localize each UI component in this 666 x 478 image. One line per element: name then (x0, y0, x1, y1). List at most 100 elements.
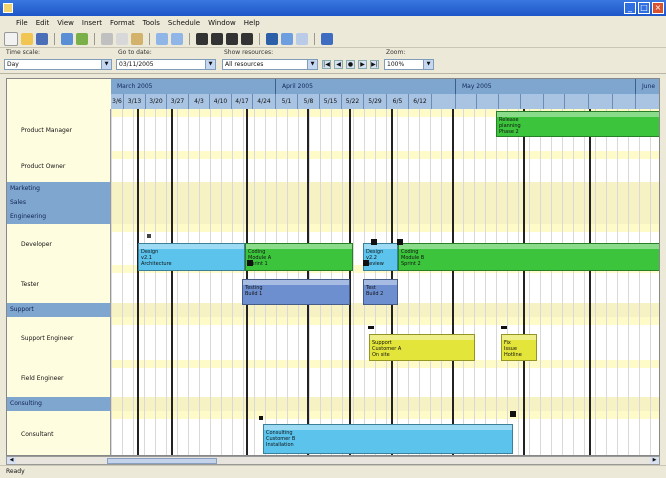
milestone-marker[interactable] (259, 416, 263, 420)
resource-label: Consultant (7, 411, 111, 455)
day-header (636, 94, 659, 109)
bar-coding[interactable]: Coding Module A Sprint 1 (245, 243, 353, 271)
time-scale-select[interactable]: Day ▼ (4, 59, 112, 70)
bar-design[interactable]: Design v2.1 Architecture (138, 243, 245, 271)
group-label[interactable]: Sales (7, 196, 111, 210)
day-header (521, 94, 544, 109)
menu-view[interactable]: View (57, 19, 74, 27)
cut-icon[interactable] (101, 32, 113, 45)
milestone-marker[interactable] (397, 239, 403, 245)
milestone-marker[interactable] (371, 239, 377, 245)
milestone-marker[interactable] (147, 234, 151, 238)
calendar-dropdown-icon: ▼ (205, 60, 215, 69)
day-header: 3/20 (146, 94, 167, 109)
day-header: 3/27 (167, 94, 189, 109)
prev-page-icon[interactable]: ◀ (334, 60, 343, 69)
bar-testing-2[interactable]: Test Build 2 (363, 279, 398, 305)
app-icon (3, 3, 13, 13)
grid-corner (7, 79, 112, 109)
close-button[interactable]: × (652, 2, 664, 14)
bar-text: Sprint 2 (401, 261, 421, 267)
bar-release-planning[interactable]: Release planning Phase 2 (496, 111, 659, 137)
last-page-icon[interactable]: ▶| (370, 60, 379, 69)
day-header: 4/24 (253, 94, 276, 109)
menu-format[interactable]: Format (110, 19, 135, 27)
bar-text: Review (366, 261, 384, 267)
bar-support-2[interactable]: Fix Issue Hotline (501, 334, 537, 361)
menu-schedule[interactable]: Schedule (168, 19, 200, 27)
next-page-icon[interactable]: ▶ (358, 60, 367, 69)
filter-select[interactable]: All resources ▼ (222, 59, 318, 70)
time-scale-label: Time scale: (6, 49, 41, 56)
menu-insert[interactable]: Insert (82, 19, 102, 27)
group-label[interactable]: Engineering (7, 210, 111, 224)
resource-label: Product Manager (7, 109, 111, 151)
horizontal-scrollbar[interactable]: ◀ ▶ (6, 456, 660, 465)
quarter-header: June (636, 79, 659, 94)
today-icon[interactable]: ● (346, 60, 355, 69)
title-bar: _ □ × (0, 0, 666, 16)
menu-file[interactable]: File (16, 19, 28, 27)
print-icon[interactable] (61, 32, 73, 45)
group-label[interactable]: Consulting (7, 397, 111, 411)
menu-window[interactable]: Window (208, 19, 236, 27)
minimize-button[interactable]: _ (624, 2, 636, 14)
first-page-icon[interactable]: |◀ (322, 60, 331, 69)
options-icon[interactable] (296, 32, 308, 45)
menu-tools[interactable]: Tools (143, 19, 160, 27)
day-header: 4/3 (189, 94, 210, 109)
bar-coding-2[interactable]: Coding Module B Sprint 2 (398, 243, 659, 271)
previous-icon[interactable] (211, 32, 223, 45)
day-header: 5/15 (320, 94, 342, 109)
day-header (477, 94, 499, 109)
resource-label: Tester (7, 265, 111, 303)
bar-testing[interactable]: Testing Build 1 (242, 279, 350, 305)
day-header (565, 94, 589, 109)
bar-support-1[interactable]: Support Customer A On site (369, 334, 475, 361)
filter-icon[interactable] (281, 32, 293, 45)
open-icon[interactable] (21, 32, 33, 45)
copy-icon[interactable] (116, 32, 128, 45)
day-header: 5/1 (276, 94, 298, 109)
new-icon[interactable] (4, 31, 18, 46)
zoom-select[interactable]: 100% ▼ (384, 59, 434, 70)
scroll-right-icon[interactable]: ▶ (650, 457, 659, 464)
scroll-left-icon[interactable]: ◀ (7, 457, 16, 464)
chevron-down-icon: ▼ (101, 60, 111, 69)
paste-icon[interactable] (131, 32, 143, 45)
bar-text: Architecture (141, 261, 172, 267)
calendar-icon[interactable] (266, 32, 278, 45)
bar-text: Installation (266, 442, 294, 448)
preview-icon[interactable] (76, 32, 88, 45)
day-header (456, 94, 477, 109)
milestone-marker[interactable] (510, 411, 516, 417)
day-header (544, 94, 565, 109)
help-icon[interactable] (321, 32, 333, 45)
bar-text: Build 1 (245, 291, 263, 297)
milestone-marker[interactable] (368, 326, 374, 329)
maximize-button[interactable]: □ (638, 2, 650, 14)
next-icon[interactable] (226, 32, 238, 45)
zoom-out-icon[interactable] (171, 32, 183, 45)
scroll-thumb[interactable] (107, 458, 217, 464)
date-input[interactable]: 03/11/2005 ▼ (116, 59, 216, 70)
bar-text: Sprint 1 (248, 261, 268, 267)
first-icon[interactable] (196, 32, 208, 45)
bar-text: On site (372, 352, 390, 358)
group-label[interactable]: Marketing (7, 182, 111, 196)
milestone-marker[interactable] (363, 260, 369, 266)
resource-label: Product Owner (7, 151, 111, 182)
bar-consulting[interactable]: Consulting Customer B Installation (263, 424, 513, 454)
milestone-marker[interactable] (501, 326, 507, 329)
menu-help[interactable]: Help (244, 19, 260, 27)
milestone-marker[interactable] (247, 260, 253, 266)
save-icon[interactable] (36, 32, 48, 45)
menu-edit[interactable]: Edit (36, 19, 50, 27)
filter-label: Show resources: (224, 49, 274, 56)
last-icon[interactable] (241, 32, 253, 45)
bar-design-2[interactable]: Design v2.2 Review (363, 243, 398, 271)
group-label[interactable]: Support (7, 303, 111, 317)
zoom-in-icon[interactable] (156, 32, 168, 45)
day-header: 5/8 (298, 94, 320, 109)
bar-text: Build 2 (366, 291, 384, 297)
